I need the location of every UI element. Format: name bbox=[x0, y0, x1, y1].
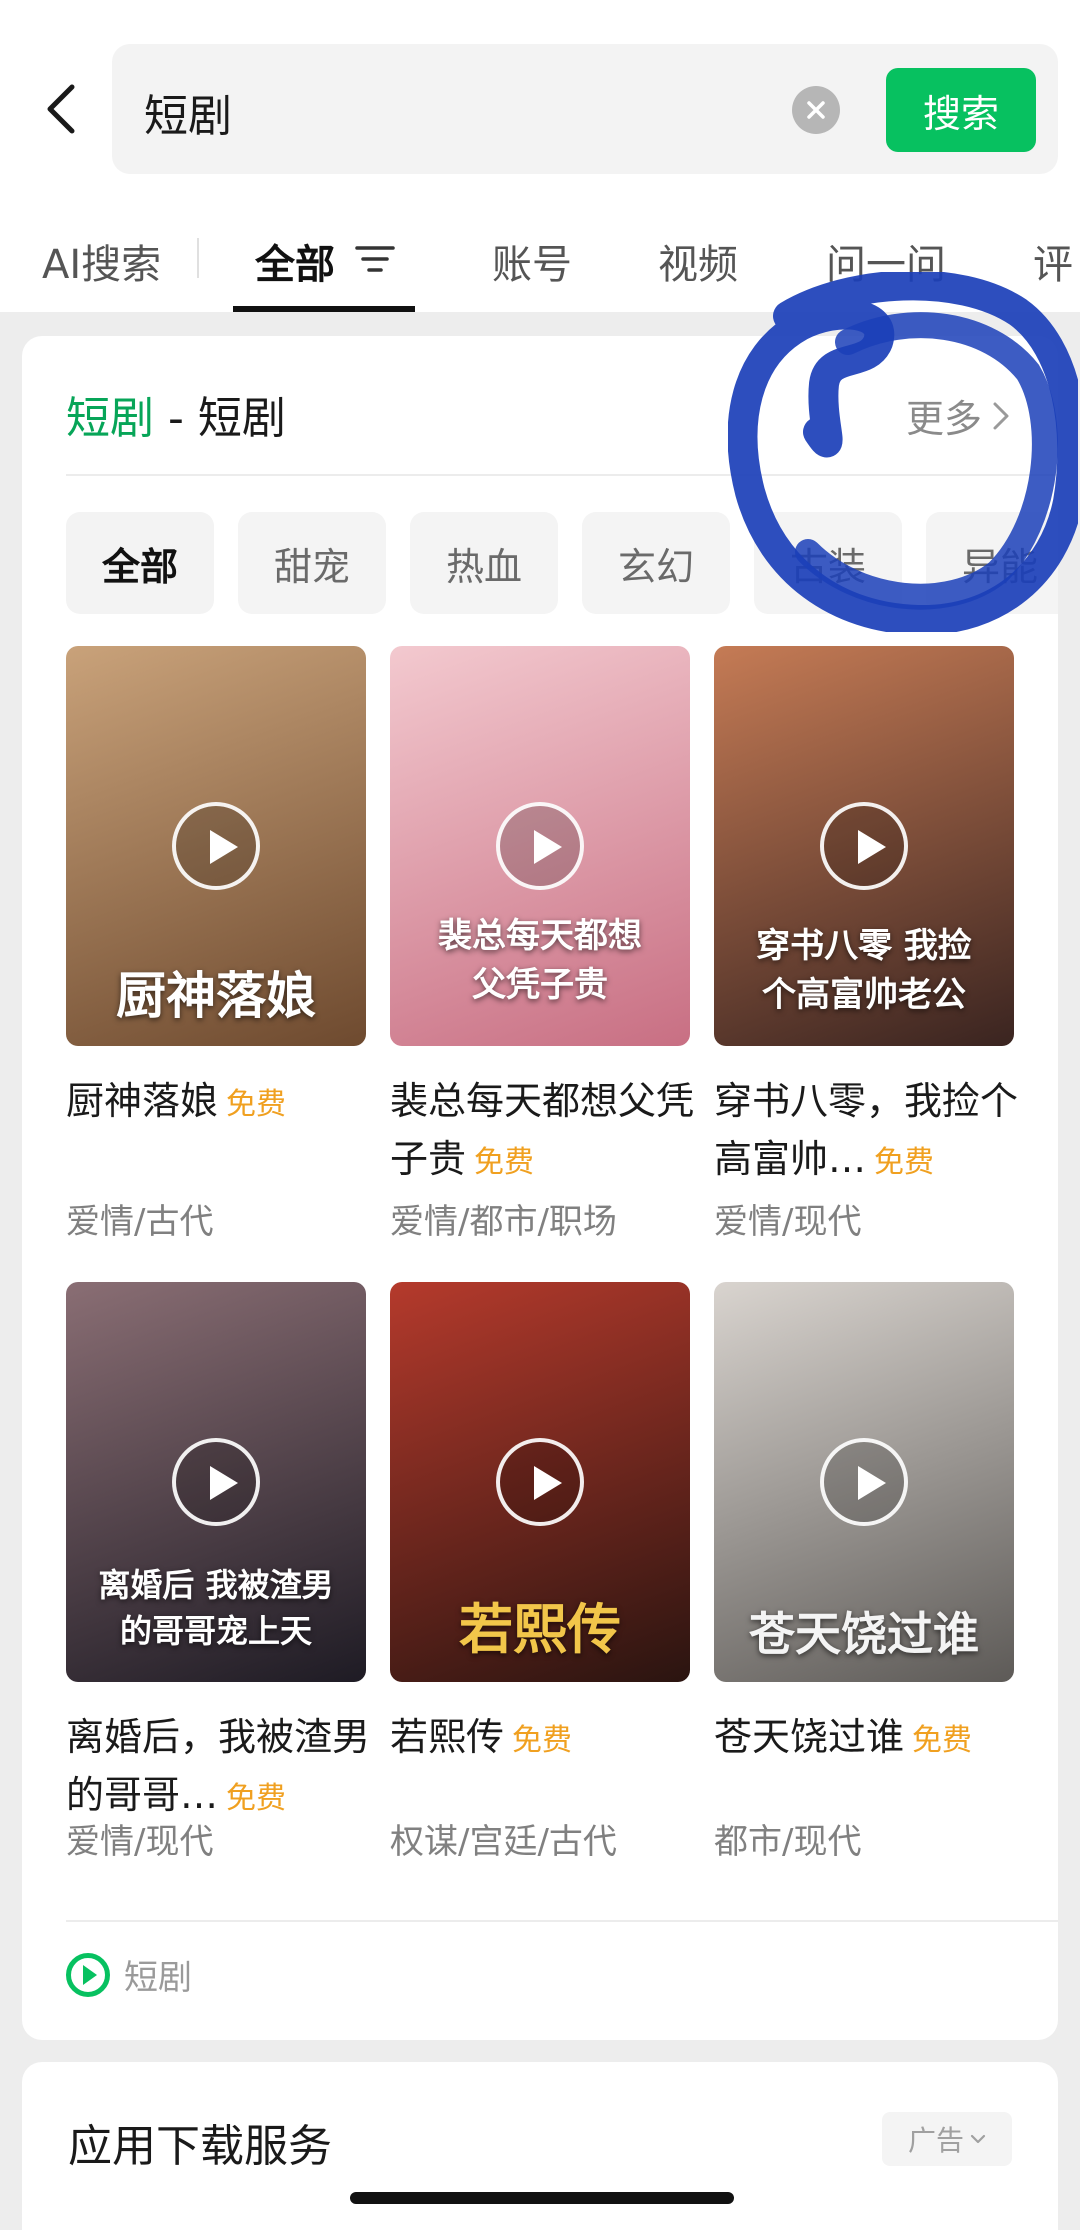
chip-fantasy[interactable]: 玄幻 bbox=[582, 512, 730, 614]
drama-poster[interactable]: 厨神落娘 bbox=[66, 646, 366, 1046]
chip-superpower[interactable]: 异能 bbox=[926, 512, 1058, 614]
drama-title: 若熙传 免费 bbox=[390, 1715, 573, 1759]
play-icon[interactable] bbox=[496, 1438, 584, 1526]
top-bar: 短剧 搜索 AI搜索 全部 账号 视频 问一问 评 bbox=[0, 0, 1080, 312]
card-title-highlight: 短剧 bbox=[66, 393, 154, 444]
back-arrow-icon bbox=[47, 84, 75, 134]
divider bbox=[66, 1920, 1058, 1922]
search-box[interactable]: 短剧 搜索 bbox=[112, 44, 1058, 174]
poster-title: 厨神落娘 bbox=[116, 966, 316, 1025]
poster-title: 苍天饶过谁 bbox=[749, 1607, 979, 1661]
tab-ask[interactable]: 问一问 bbox=[826, 232, 946, 290]
chevron-right-icon bbox=[993, 402, 1009, 429]
drama-poster[interactable]: 离婚后 我被渣男的哥哥宠上天 bbox=[66, 1282, 366, 1682]
short-drama-card: 短剧 - 短剧 更多 全部 甜宠 热血 玄幻 古装 异能 厨神落娘 厨神落娘 免费… bbox=[22, 336, 1058, 2040]
free-badge: 免费 bbox=[226, 1781, 287, 1816]
chip-all[interactable]: 全部 bbox=[66, 512, 214, 614]
genre-filter-chips: 全部 甜宠 热血 玄幻 古装 异能 bbox=[66, 512, 1058, 616]
close-icon bbox=[807, 101, 825, 119]
drama-genre: 权谋/宫廷/古代 bbox=[390, 1822, 617, 1862]
tab-all[interactable]: 全部 bbox=[255, 232, 335, 290]
search-input[interactable]: 短剧 bbox=[144, 80, 232, 144]
home-indicator bbox=[350, 2192, 734, 2204]
drama-title: 裴总每天都想父凭子贵 免费 bbox=[390, 1079, 695, 1181]
tab-reviews[interactable]: 评 bbox=[1033, 232, 1073, 290]
drama-genre: 爱情/古代 bbox=[66, 1202, 214, 1242]
poster-title: 离婚后 我被渣男的哥哥宠上天 bbox=[98, 1566, 334, 1650]
play-icon[interactable] bbox=[172, 1438, 260, 1526]
ad-badge[interactable]: 广告 bbox=[882, 2112, 1012, 2166]
search-button[interactable]: 搜索 bbox=[886, 68, 1036, 152]
drama-genre: 爱情/都市/职场 bbox=[390, 1202, 617, 1242]
short-drama-logo-icon bbox=[66, 1952, 110, 1997]
drama-poster[interactable]: 裴总每天都想父凭子贵 bbox=[390, 646, 690, 1046]
play-icon[interactable] bbox=[496, 802, 584, 890]
drama-poster[interactable]: 若熙传 bbox=[390, 1282, 690, 1682]
free-badge: 免费 bbox=[874, 1145, 935, 1180]
tab-videos[interactable]: 视频 bbox=[658, 232, 738, 290]
drama-poster[interactable]: 苍天饶过谁 bbox=[714, 1282, 1014, 1682]
app-download-card[interactable]: 应用下载服务 广告 bbox=[22, 2062, 1058, 2230]
chip-costume[interactable]: 古装 bbox=[754, 512, 902, 614]
drama-genre: 都市/现代 bbox=[714, 1822, 862, 1862]
play-icon[interactable] bbox=[820, 1438, 908, 1526]
clear-search-button[interactable] bbox=[792, 86, 840, 134]
ad-card-title: 应用下载服务 bbox=[68, 2121, 332, 2172]
drama-title: 离婚后，我被渣男的哥哥… 免费 bbox=[66, 1715, 371, 1817]
drama-genre: 爱情/现代 bbox=[714, 1202, 862, 1242]
free-badge: 免费 bbox=[474, 1145, 535, 1180]
card-title: 短剧 - 短剧 bbox=[66, 382, 286, 446]
drama-title: 厨神落娘 免费 bbox=[66, 1079, 287, 1123]
tab-accounts[interactable]: 账号 bbox=[492, 232, 572, 290]
search-tabs: AI搜索 全部 账号 视频 问一问 评 bbox=[0, 214, 1080, 312]
source-label: 短剧 bbox=[124, 1958, 192, 1998]
source-link[interactable]: 短剧 bbox=[66, 1950, 192, 1999]
play-icon[interactable] bbox=[820, 802, 908, 890]
drama-poster[interactable]: 穿书八零 我捡个高富帅老公 bbox=[714, 646, 1014, 1046]
chevron-down-icon bbox=[970, 2134, 986, 2144]
free-badge: 免费 bbox=[226, 1087, 287, 1122]
poster-title: 裴总每天都想父凭子贵 bbox=[438, 916, 642, 1005]
ad-badge-label: 广告 bbox=[907, 2124, 964, 2157]
play-icon[interactable] bbox=[172, 802, 260, 890]
more-label: 更多 bbox=[905, 397, 982, 441]
tab-divider bbox=[197, 238, 199, 278]
filter-icon[interactable] bbox=[355, 244, 395, 274]
chip-action[interactable]: 热血 bbox=[410, 512, 558, 614]
divider bbox=[66, 474, 1058, 476]
active-tab-indicator bbox=[233, 306, 415, 312]
poster-title: 若熙传 bbox=[459, 1597, 621, 1661]
poster-title: 穿书八零 我捡个高富帅老公 bbox=[756, 926, 972, 1015]
tab-ai-search[interactable]: AI搜索 bbox=[42, 232, 161, 290]
free-badge: 免费 bbox=[512, 1723, 573, 1758]
back-button[interactable] bbox=[36, 78, 86, 140]
free-badge: 免费 bbox=[912, 1723, 973, 1758]
card-title-rest: - 短剧 bbox=[154, 393, 286, 444]
chip-sweet[interactable]: 甜宠 bbox=[238, 512, 386, 614]
drama-title: 穿书八零，我捡个高富帅… 免费 bbox=[714, 1079, 1019, 1181]
drama-title: 苍天饶过谁 免费 bbox=[714, 1715, 973, 1759]
more-link[interactable]: 更多 bbox=[906, 388, 1010, 443]
drama-genre: 爱情/现代 bbox=[66, 1822, 214, 1862]
